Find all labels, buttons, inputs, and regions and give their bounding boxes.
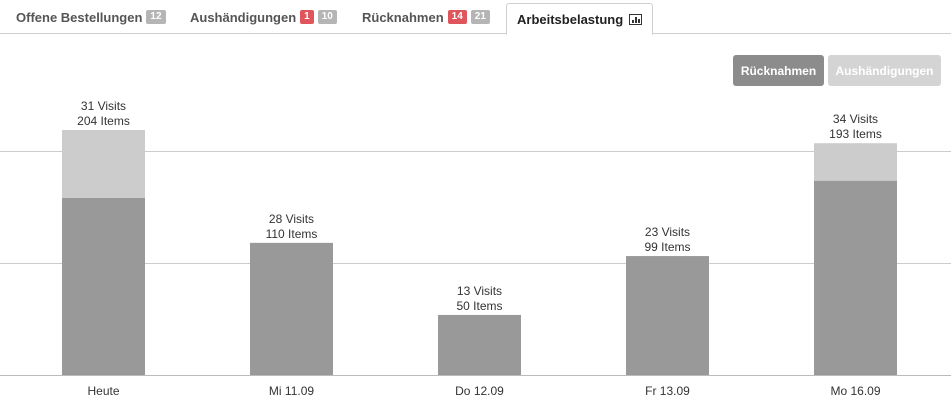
- bar-visits-segment: [62, 198, 145, 375]
- bar-visits-segment: [814, 180, 897, 375]
- workload-view: Offene Bestellungen 12 Aushändigungen 1 …: [0, 0, 951, 404]
- data-label-items: 50 Items: [456, 299, 502, 313]
- bar-visits-segment: [250, 242, 333, 375]
- data-label-items: 110 Items: [266, 227, 318, 241]
- data-label-visits: 34 Visits: [833, 112, 878, 126]
- x-tick-label: Mi 11.09: [269, 384, 314, 398]
- data-label-visits: 13 Visits: [457, 284, 502, 298]
- bar-visits-segment: [626, 256, 709, 375]
- data-label-items: 204 Items: [77, 114, 130, 128]
- bar-visits-segment: [438, 314, 521, 375]
- x-tick-label: Heute: [87, 384, 119, 398]
- x-tick-label: Mo 16.09: [830, 384, 880, 398]
- x-tick-label: Fr 13.09: [645, 384, 690, 398]
- x-tick-label: Do 12.09: [455, 384, 504, 398]
- data-label-visits: 23 Visits: [645, 225, 690, 239]
- data-label-visits: 31 Visits: [81, 99, 126, 113]
- data-label-visits: 28 Visits: [269, 212, 314, 226]
- workload-chart: 31 Visits204 Items Heute 28 Visits110 Item…: [0, 99, 951, 398]
- data-label-items: 99 Items: [644, 240, 690, 254]
- data-label-items: 193 Items: [829, 127, 882, 141]
